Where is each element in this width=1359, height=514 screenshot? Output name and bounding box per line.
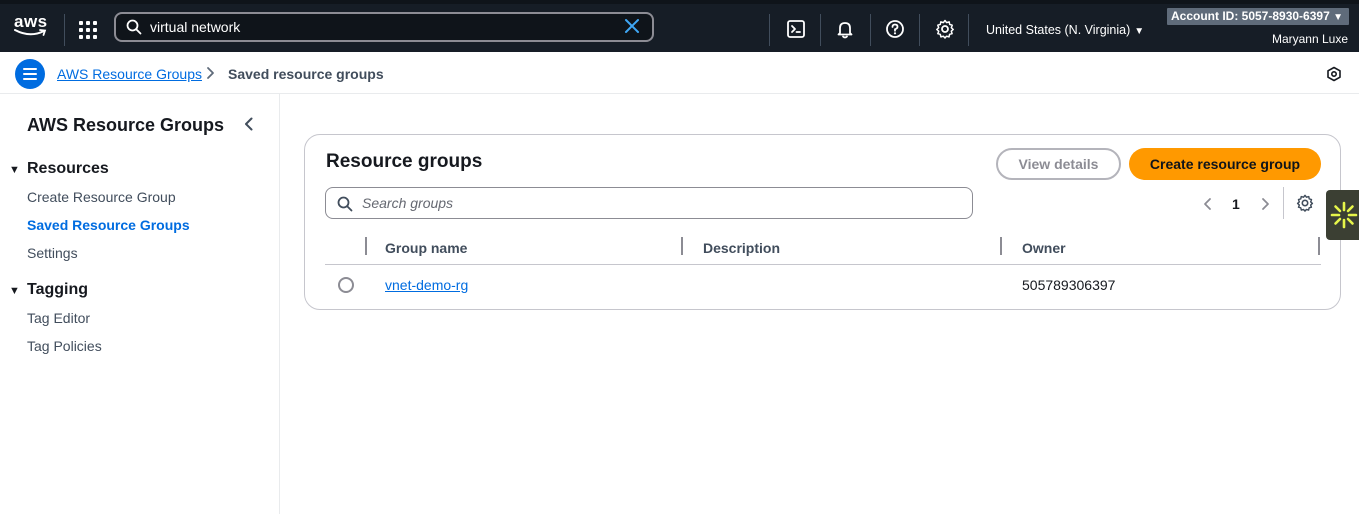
- search-icon: [126, 19, 142, 35]
- chevron-left-icon[interactable]: [1202, 197, 1214, 211]
- region-label: United States (N. Virginia): [986, 23, 1131, 37]
- section-label: Resources: [27, 160, 109, 177]
- bell-icon[interactable]: [835, 19, 855, 39]
- current-page[interactable]: 1: [1232, 196, 1240, 212]
- owner-cell: 505789306397: [1022, 277, 1116, 293]
- breadcrumb-current: Saved resource groups: [228, 66, 384, 82]
- account-id: Account ID: 5057-8930-6397: [1171, 9, 1330, 23]
- sidebar-item-tag-policies[interactable]: Tag Policies: [27, 338, 102, 354]
- view-details-button[interactable]: View details: [996, 148, 1121, 180]
- global-search-input[interactable]: [150, 17, 610, 37]
- search-icon: [337, 196, 353, 212]
- sparkle-icon: [1330, 201, 1358, 229]
- global-search[interactable]: [114, 12, 654, 42]
- services-grid-icon[interactable]: [79, 21, 97, 39]
- chevron-right-icon[interactable]: [1259, 197, 1271, 211]
- create-resource-group-button[interactable]: Create resource group: [1129, 148, 1321, 180]
- sidebar-item-settings[interactable]: Settings: [27, 245, 78, 261]
- caret-down-icon: ▼: [1333, 12, 1343, 23]
- sidebar-item-tag-editor[interactable]: Tag Editor: [27, 310, 90, 326]
- table-row: vnet-demo-rg 505789306397: [325, 266, 1321, 304]
- nav-divider: [968, 14, 969, 46]
- group-name-link[interactable]: vnet-demo-rg: [385, 277, 468, 293]
- column-header-description[interactable]: Description: [703, 240, 780, 256]
- sidebar-item-saved-resource-groups[interactable]: Saved Resource Groups: [27, 217, 190, 233]
- help-icon[interactable]: [885, 19, 905, 39]
- section-label: Tagging: [27, 281, 89, 298]
- search-groups-input[interactable]: [362, 194, 962, 212]
- aws-logo[interactable]: aws: [14, 13, 50, 40]
- caret-down-icon: ▼: [9, 164, 20, 176]
- cloudshell-icon[interactable]: [786, 19, 806, 39]
- gear-icon[interactable]: [1296, 194, 1314, 212]
- table-header: Group name Description Owner: [325, 231, 1321, 265]
- chevron-left-icon[interactable]: [242, 116, 256, 132]
- caret-down-icon: ▼: [1134, 26, 1145, 37]
- side-navigation-title[interactable]: AWS Resource Groups: [27, 115, 224, 136]
- region-selector[interactable]: United States (N. Virginia) ▼: [986, 23, 1144, 37]
- clear-icon[interactable]: [624, 18, 640, 34]
- section-tagging[interactable]: ▼ Tagging: [9, 281, 88, 299]
- nav-divider: [870, 14, 871, 46]
- aws-smile-icon: [14, 29, 47, 36]
- pagination-divider: [1283, 187, 1284, 219]
- assistant-widget[interactable]: [1326, 190, 1359, 240]
- column-header-owner[interactable]: Owner: [1022, 240, 1066, 256]
- nav-divider: [769, 14, 770, 46]
- gear-icon[interactable]: [935, 19, 955, 39]
- column-divider[interactable]: [681, 237, 683, 255]
- resource-groups-table-container: Resource groups View details Create reso…: [304, 134, 1341, 310]
- nav-divider: [820, 14, 821, 46]
- breadcrumb-resource-groups[interactable]: AWS Resource Groups: [57, 66, 202, 82]
- row-select-radio[interactable]: [338, 277, 354, 293]
- column-divider[interactable]: [1318, 237, 1320, 255]
- user-name[interactable]: Maryann Luxe: [1272, 32, 1348, 46]
- info-panel-icon[interactable]: [1326, 66, 1342, 82]
- group-search[interactable]: [325, 187, 973, 219]
- account-menu[interactable]: Account ID: 5057-8930-6397 ▼: [1167, 8, 1349, 25]
- column-header-group-name[interactable]: Group name: [385, 240, 467, 256]
- caret-down-icon: ▼: [9, 285, 20, 297]
- column-divider[interactable]: [365, 237, 367, 255]
- section-resources[interactable]: ▼ Resources: [9, 160, 109, 178]
- side-navigation-toggle[interactable]: [15, 59, 45, 89]
- page-title: Resource groups: [326, 151, 483, 172]
- sidebar-item-create-resource-group[interactable]: Create Resource Group: [27, 189, 176, 205]
- nav-divider: [64, 14, 65, 46]
- breadcrumb-bar: AWS Resource Groups Saved resource group…: [0, 52, 1359, 94]
- column-divider[interactable]: [1000, 237, 1002, 255]
- chevron-right-icon: [207, 67, 214, 79]
- top-navigation: aws virtual network United States (N. Vi…: [0, 0, 1359, 52]
- nav-divider: [919, 14, 920, 46]
- side-navigation: AWS Resource Groups ▼ Resources Create Re…: [0, 94, 280, 514]
